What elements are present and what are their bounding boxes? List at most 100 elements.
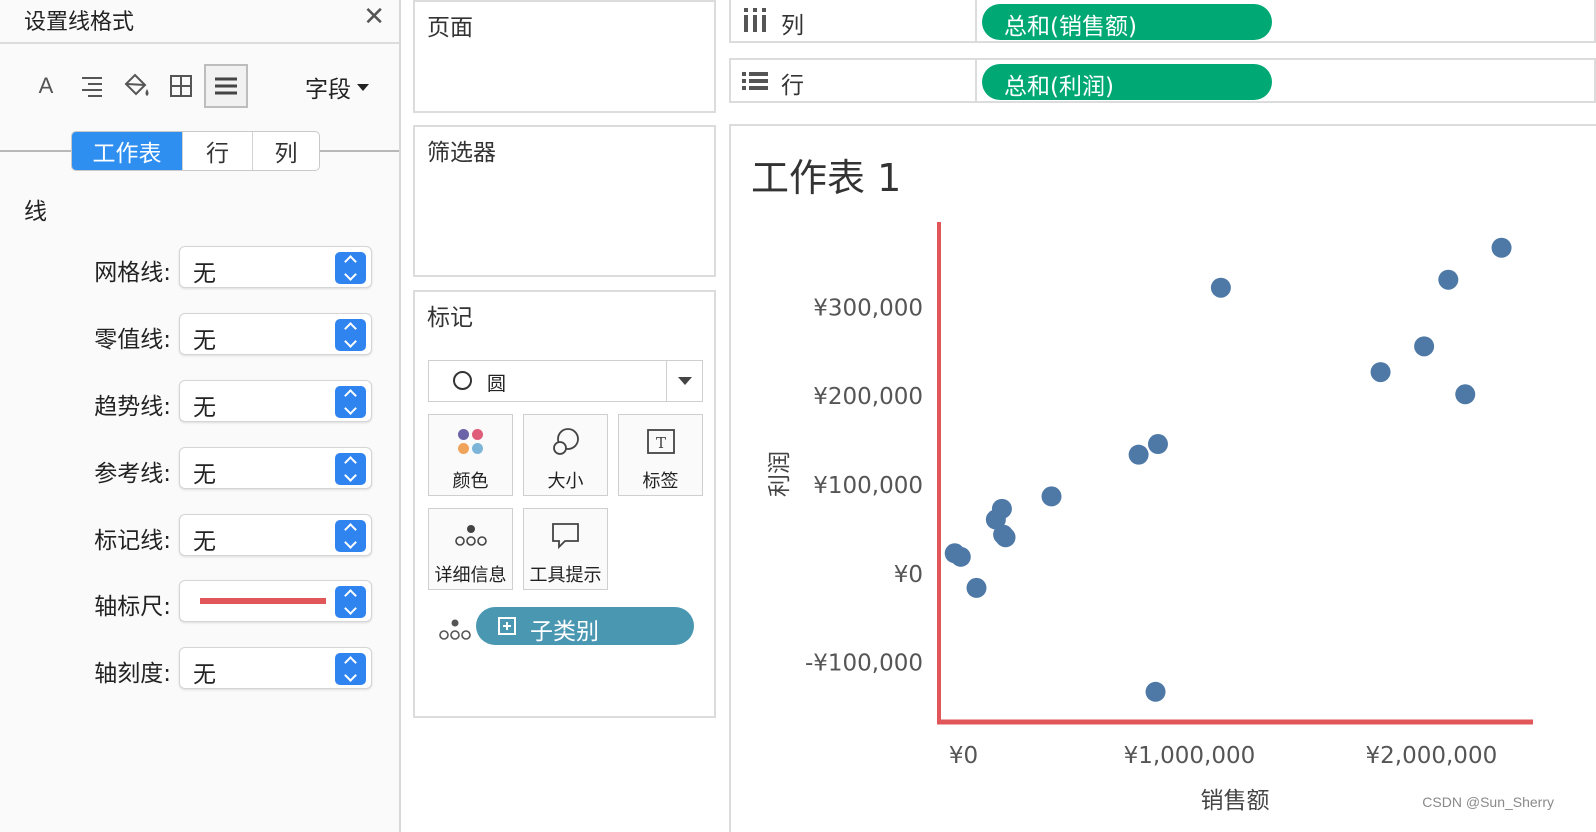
mark-type-dropdown[interactable]: 圆 <box>428 360 703 402</box>
x-tick-label: ¥2,000,000 <box>1366 743 1498 769</box>
scatter-point[interactable] <box>1438 269 1459 290</box>
subcategory-pill[interactable]: 子类别 <box>476 607 694 645</box>
borders-icon[interactable] <box>159 64 203 108</box>
detail-button[interactable]: 详细信息 <box>428 508 513 590</box>
scatter-point[interactable] <box>1128 444 1149 465</box>
worksheet-title: 工作表 1 <box>751 156 901 200</box>
zero-lines-value: 无 <box>193 328 216 354</box>
reference-lines-select[interactable]: 无 <box>179 447 372 489</box>
sum-sales-pill-label: 总和(销售额) <box>1004 14 1137 40</box>
rows-shelf-header: 行 <box>731 60 977 101</box>
color-button[interactable]: 颜色 <box>428 414 513 496</box>
scatter-point[interactable] <box>1210 277 1231 298</box>
expand-plus-icon[interactable] <box>498 617 516 635</box>
tab-rows[interactable]: 行 <box>183 132 253 170</box>
alignment-icon[interactable] <box>70 64 114 108</box>
stepper-icon[interactable] <box>335 453 366 485</box>
drop-lines-select[interactable]: 无 <box>179 514 372 556</box>
reference-lines-value: 无 <box>193 462 216 488</box>
sum-profit-pill[interactable]: 总和(利润) <box>982 64 1272 100</box>
subcategory-pill-label: 子类别 <box>530 619 599 645</box>
label-button[interactable]: T 标签 <box>618 414 703 496</box>
mark-type-value: 圆 <box>487 373 507 395</box>
worksheet-view: 工作表 1 ¥300,000 ¥200,000 ¥100,000 ¥0 -¥100,000… <box>729 124 1596 832</box>
reference-lines-label: 参考线: <box>94 461 171 487</box>
grid-lines-row: 网格线: 无 <box>0 246 399 288</box>
pane-header: 设置线格式 ✕ <box>0 0 399 44</box>
scatter-point[interactable] <box>1414 336 1435 357</box>
y-tick-label: ¥0 <box>894 562 923 588</box>
scatter-point[interactable] <box>991 498 1012 519</box>
trend-lines-label: 趋势线: <box>94 394 171 420</box>
zero-lines-row: 零值线: 无 <box>0 313 399 355</box>
scatter-point[interactable] <box>995 527 1016 548</box>
tooltip-icon <box>524 519 607 553</box>
x-tick-label: ¥1,000,000 <box>1124 743 1256 769</box>
rows-shelf-label: 行 <box>781 73 804 99</box>
axis-ticks-row: 轴刻度: 无 <box>0 647 399 689</box>
axis-ticks-select[interactable]: 无 <box>179 647 372 689</box>
sum-profit-pill-label: 总和(利润) <box>1004 74 1114 100</box>
watermark: CSDN @Sun_Sherry <box>1422 794 1554 810</box>
rows-shelf[interactable]: 行 总和(利润) <box>729 58 1596 103</box>
close-icon[interactable]: ✕ <box>363 2 385 32</box>
label-icon: T <box>619 425 702 459</box>
chevron-down-icon[interactable] <box>666 361 702 401</box>
scope-tabs: 工作表 行 列 <box>71 131 320 171</box>
svg-text:T: T <box>655 434 665 452</box>
color-button-label: 颜色 <box>452 471 489 492</box>
tab-worksheet[interactable]: 工作表 <box>72 132 183 170</box>
axis-rulers-label: 轴标尺: <box>94 594 171 620</box>
label-button-label: 标签 <box>642 471 679 492</box>
stepper-icon[interactable] <box>335 319 366 351</box>
lines-icon[interactable] <box>204 64 248 108</box>
scatter-point[interactable] <box>1147 434 1168 455</box>
filters-card-title: 筛选器 <box>427 140 496 166</box>
detail-icon <box>429 519 512 553</box>
axis-rulers-select[interactable] <box>179 580 372 622</box>
scatter-point[interactable] <box>950 546 971 567</box>
tab-columns[interactable]: 列 <box>253 132 319 170</box>
pages-card-title: 页面 <box>427 15 473 41</box>
font-icon-glyph: A <box>38 73 54 98</box>
shading-icon[interactable] <box>114 64 158 108</box>
columns-shelf[interactable]: 列 总和(销售额) <box>729 0 1596 43</box>
grid-lines-select[interactable]: 无 <box>179 246 372 288</box>
scatter-point[interactable] <box>1041 486 1062 507</box>
fields-dropdown[interactable]: 字段 <box>305 70 369 104</box>
x-axis-label: 销售额 <box>1201 788 1270 814</box>
scatter-point[interactable] <box>1370 362 1391 383</box>
detail-icon <box>439 619 471 645</box>
sum-sales-pill[interactable]: 总和(销售额) <box>982 4 1272 40</box>
trend-lines-value: 无 <box>193 395 216 421</box>
filters-card[interactable]: 筛选器 <box>413 125 716 277</box>
scatter-point[interactable] <box>1455 384 1476 405</box>
stepper-icon[interactable] <box>335 252 366 284</box>
scatter-point[interactable] <box>966 577 987 598</box>
section-title-lines: 线 <box>24 199 47 225</box>
stepper-icon[interactable] <box>335 653 366 685</box>
grid-borders-icon <box>170 75 192 97</box>
drop-lines-row: 标记线: 无 <box>0 514 399 556</box>
scatter-chart: 工作表 1 ¥300,000 ¥200,000 ¥100,000 ¥0 -¥100,000… <box>751 156 1533 814</box>
drop-lines-label: 标记线: <box>94 528 171 554</box>
format-toolbar: A 字段 <box>0 44 399 128</box>
tooltip-button[interactable]: 工具提示 <box>523 508 608 590</box>
pages-card[interactable]: 页面 <box>413 0 716 113</box>
y-tick-label: -¥100,000 <box>805 651 923 677</box>
scatter-point[interactable] <box>1491 237 1512 258</box>
stepper-icon[interactable] <box>335 520 366 552</box>
scatter-point[interactable] <box>1145 681 1166 702</box>
reference-lines-row: 参考线: 无 <box>0 447 399 489</box>
pane-title: 设置线格式 <box>24 10 135 35</box>
columns-shelf-label: 列 <box>781 13 804 39</box>
stepper-icon[interactable] <box>335 586 366 618</box>
trend-lines-select[interactable]: 无 <box>179 380 372 422</box>
tooltip-button-label: 工具提示 <box>529 565 602 586</box>
font-icon[interactable]: A <box>24 64 68 108</box>
grid-lines-label: 网格线: <box>94 260 171 286</box>
stepper-icon[interactable] <box>335 386 366 418</box>
zero-lines-select[interactable]: 无 <box>179 313 372 355</box>
size-button[interactable]: 大小 <box>523 414 608 496</box>
axis-ticks-value: 无 <box>193 662 216 688</box>
